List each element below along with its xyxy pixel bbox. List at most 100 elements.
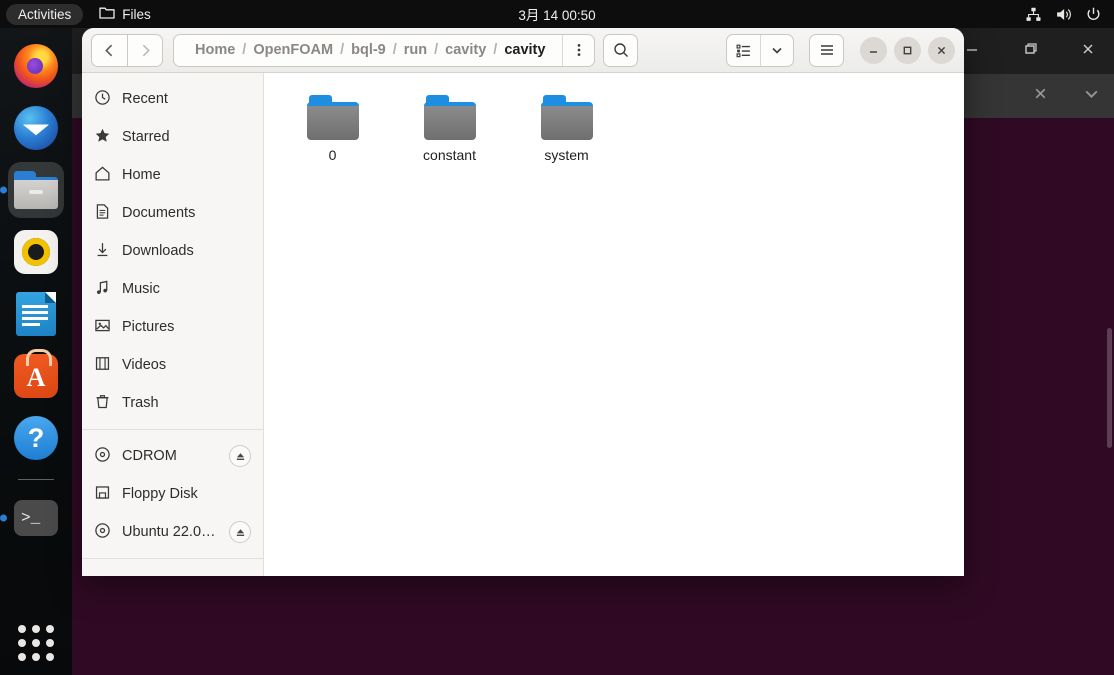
sidebar-item-trash[interactable]: Trash [82,384,263,422]
dock-item-firefox[interactable] [8,38,64,94]
sidebar-item-label: Videos [122,357,167,373]
file-item-system[interactable]: system [508,89,625,163]
dock-item-ubuntu-software[interactable] [8,348,64,404]
star-icon [94,127,111,148]
image-icon [94,317,111,338]
dock-item-help[interactable]: ? [8,410,64,466]
file-name: constant [423,147,476,163]
sidebar-item-label: Recent [122,91,168,107]
ubuntu-software-icon [14,349,58,398]
breadcrumb-item-cavity[interactable]: cavity [438,42,493,58]
thunderbird-icon [14,106,58,150]
hamburger-menu-icon[interactable] [809,33,844,67]
sidebar-item-videos[interactable]: Videos [82,346,263,384]
dock-divider [18,479,54,480]
activities-button[interactable]: Activities [6,3,84,25]
breadcrumb-item-cavity-current[interactable]: cavity [497,42,552,58]
sidebar-item-label: Ubuntu 22.0… [122,524,216,540]
breadcrumb-item-bql-9[interactable]: bql-9 [344,42,393,58]
document-icon [94,203,111,224]
sidebar-item-recent[interactable]: Recent [82,80,263,118]
sidebar-item-label: Downloads [122,243,194,259]
sidebar-item-cdrom[interactable]: CDROM [82,437,263,475]
eject-button[interactable] [229,445,251,467]
dock-item-libreoffice[interactable] [8,286,64,342]
eject-button[interactable] [229,521,251,543]
files-sidebar[interactable]: Recent Starred Home Documents Downloads [82,73,264,576]
system-tray[interactable] [1025,6,1102,23]
back-button[interactable] [92,35,127,66]
disc-icon [94,446,111,467]
file-name: 0 [328,147,337,163]
file-grid: 0 constant system [274,89,954,163]
sidebar-item-label: CDROM [122,448,177,464]
desktop-root: ck bql@bql-virtual-machine:~/OpenFOAM/bq… [0,0,1114,675]
sidebar-item-label: Pictures [122,319,175,335]
trash-icon [94,393,111,414]
search-icon[interactable] [603,33,639,67]
active-app-name: Files [122,6,151,22]
sidebar-item-label: Home [122,167,161,183]
sidebar-item-home[interactable]: Home [82,156,263,194]
file-item-constant[interactable]: constant [391,89,508,163]
dock-item-terminal[interactable]: >_ [8,490,64,546]
sidebar-item-label: Floppy Disk [122,486,198,502]
file-name: system [544,147,589,163]
folder-icon [423,95,476,140]
sidebar-item-starred[interactable]: Starred [82,118,263,156]
view-mode-group [726,33,794,67]
dock-item-files[interactable] [8,162,64,218]
show-applications-button[interactable] [18,625,54,661]
terminal-scrollbar[interactable] [1107,328,1112,448]
sidebar-item-pictures[interactable]: Pictures [82,308,263,346]
breadcrumb-list: Home / OpenFOAM / bql-9 / run / cavity /… [174,35,562,66]
top-bar: Activities Files 3月 14 00:50 [0,0,1114,28]
folder-icon [540,95,593,140]
sidebar-divider [82,429,263,430]
files-window[interactable]: Home / OpenFOAM / bql-9 / run / cavity /… [82,28,964,576]
clock[interactable]: 3月 14 00:50 [518,4,595,24]
sidebar-item-other-locations[interactable]: Other Locations [82,566,263,576]
sidebar-item-downloads[interactable]: Downloads [82,232,263,270]
libreoffice-icon [16,292,56,336]
files-main: Recent Starred Home Documents Downloads [82,73,964,576]
files-minimize-button[interactable] [860,36,887,64]
sidebar-item-ubuntu-22[interactable]: Ubuntu 22.0… [82,513,263,551]
breadcrumb[interactable]: Home / OpenFOAM / bql-9 / run / cavity /… [173,33,596,67]
disc-icon [94,522,111,543]
list-view-icon[interactable] [727,35,760,66]
dock-item-rhythmbox[interactable] [8,224,64,280]
sidebar-item-floppy-disk[interactable]: Floppy Disk [82,475,263,513]
terminal-tab-dropdown-icon[interactable] [1083,85,1100,107]
terminal-close-button[interactable] [1076,41,1100,62]
forward-button[interactable] [127,34,162,66]
sidebar-item-label: Trash [122,395,159,411]
files-close-button[interactable] [928,36,955,64]
sidebar-item-label: Documents [122,205,196,221]
terminal-maximize-button[interactable] [1018,41,1042,62]
dock-item-thunderbird[interactable] [8,100,64,156]
firefox-icon [14,44,58,88]
terminal-icon: >_ [14,500,58,536]
dock: ? >_ [0,28,72,675]
clock-icon [94,89,111,110]
active-app-menu[interactable]: Files [99,6,151,23]
download-icon [94,241,111,262]
sidebar-item-music[interactable]: Music [82,270,263,308]
home-icon [94,165,111,186]
files-icon [14,171,58,209]
kebab-menu-icon[interactable] [562,34,594,66]
terminal-tab-close-icon[interactable] [1032,85,1049,107]
volume-icon [1055,6,1072,23]
breadcrumb-item-openfoam[interactable]: OpenFOAM [246,42,340,58]
help-icon: ? [14,416,58,460]
breadcrumb-item-home[interactable]: Home [188,42,242,58]
files-maximize-button[interactable] [894,36,921,64]
music-note-icon [94,279,111,300]
sidebar-item-documents[interactable]: Documents [82,194,263,232]
files-content-area[interactable]: 0 constant system [264,73,964,576]
folder-icon [306,95,359,140]
chevron-down-icon[interactable] [760,34,793,66]
file-item-0[interactable]: 0 [274,89,391,163]
breadcrumb-item-run[interactable]: run [397,42,434,58]
